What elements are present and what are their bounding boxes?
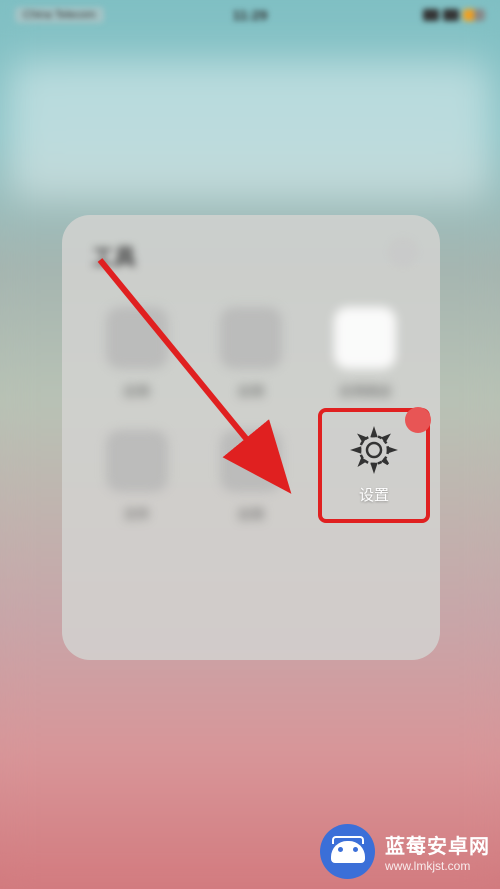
folder-title: 工具: [82, 240, 420, 272]
battery-icon: [463, 9, 485, 21]
app-icon[interactable]: 应用商店: [316, 307, 415, 400]
app-icon[interactable]: 应用: [201, 307, 300, 400]
clock-time: 11:29: [232, 7, 267, 23]
notification-badge: [405, 407, 431, 433]
app-label: 文件: [124, 504, 150, 523]
app-label: 应用: [124, 381, 150, 400]
watermark-text: 蓝莓安卓网 www.lmkjst.com: [385, 830, 490, 873]
app-image: [106, 430, 168, 492]
app-image: [106, 307, 168, 369]
app-icon[interactable]: 应用: [87, 307, 186, 400]
app-label: 应用: [238, 504, 264, 523]
watermark-logo: [320, 824, 375, 879]
app-image: [220, 307, 282, 369]
app-image: [220, 430, 282, 492]
wifi-icon: [443, 9, 459, 21]
watermark: 蓝莓安卓网 www.lmkjst.com: [320, 824, 490, 879]
app-icon[interactable]: 文件: [87, 430, 186, 523]
settings-app-highlighted[interactable]: 设置: [318, 408, 430, 523]
app-label: 应用: [238, 381, 264, 400]
watermark-title: 蓝莓安卓网: [385, 830, 490, 859]
status-icons: [423, 9, 485, 21]
app-image: [334, 307, 396, 369]
signal-icon: [423, 9, 439, 21]
close-icon[interactable]: [388, 237, 418, 267]
watermark-url: www.lmkjst.com: [385, 859, 490, 873]
settings-label: 设置: [359, 484, 389, 505]
gear-icon: [350, 426, 398, 474]
carrier-label: China Telecom: [15, 7, 104, 23]
app-icon[interactable]: 应用: [201, 430, 300, 523]
app-label: 应用商店: [339, 381, 391, 400]
status-bar: China Telecom 11:29: [0, 0, 500, 30]
